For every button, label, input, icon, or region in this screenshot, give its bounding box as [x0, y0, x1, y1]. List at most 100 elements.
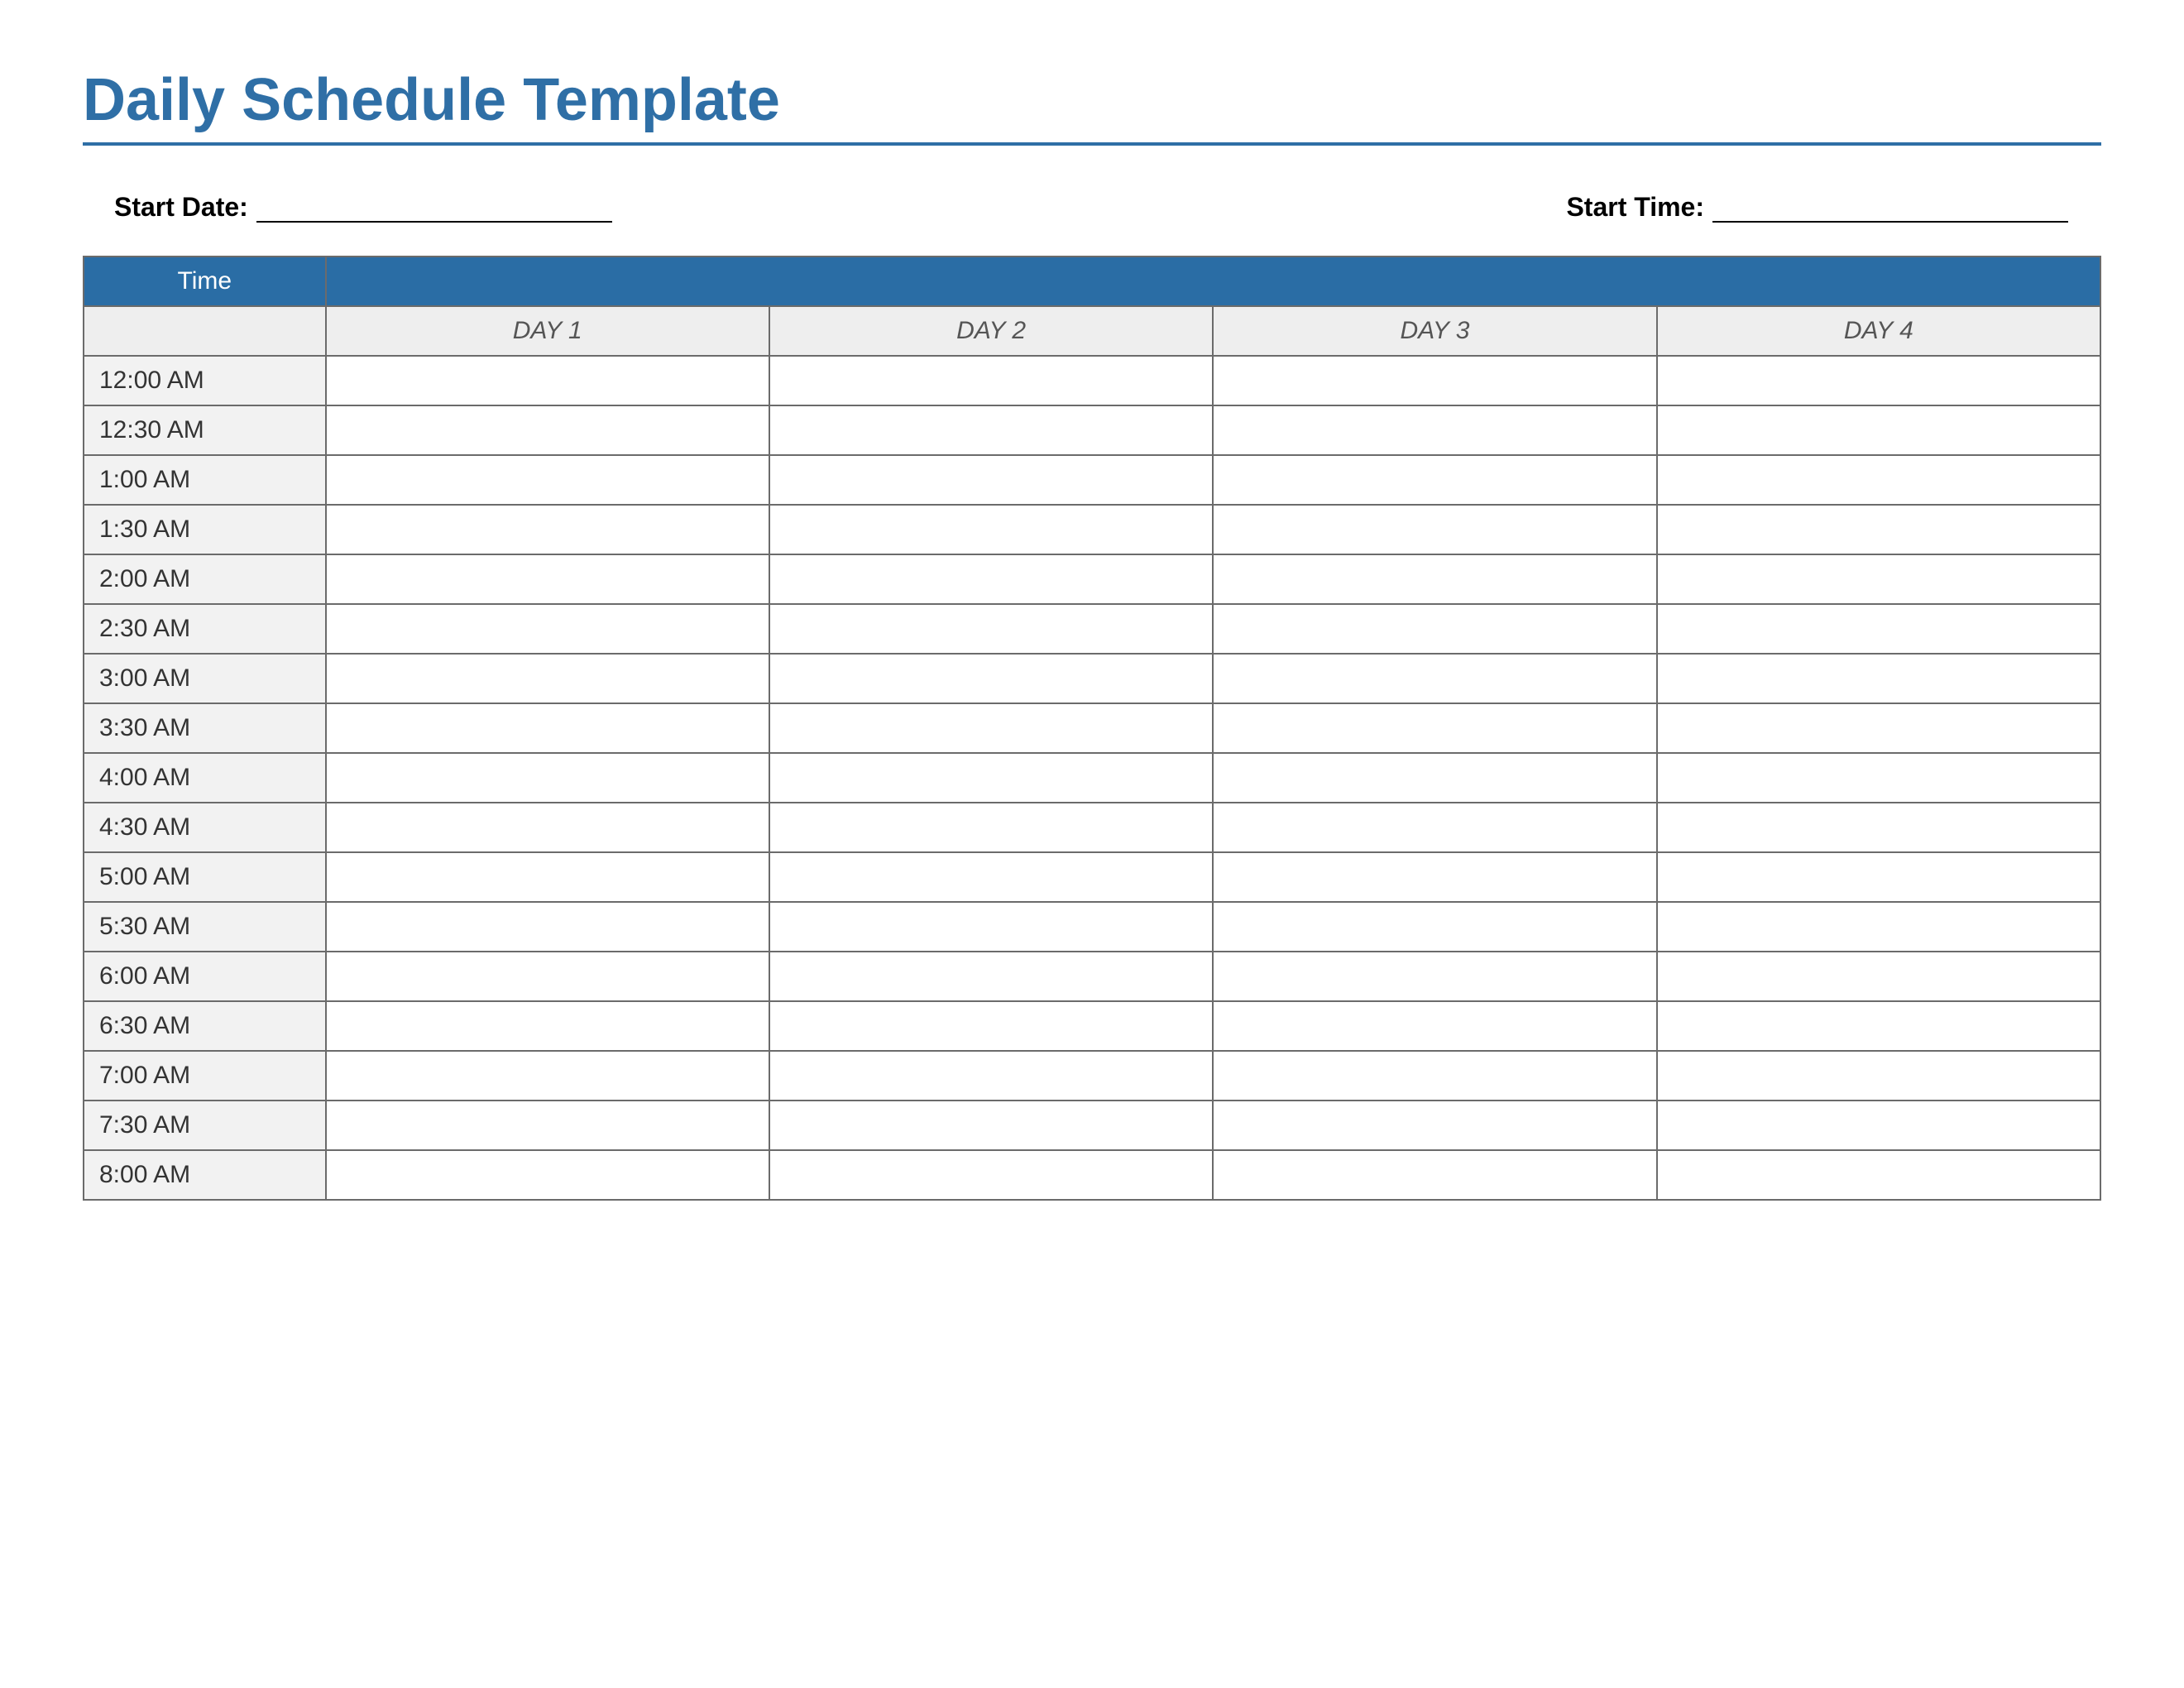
- schedule-slot[interactable]: [326, 604, 769, 654]
- schedule-slot[interactable]: [769, 902, 1213, 952]
- start-time-label: Start Time:: [1566, 192, 1704, 223]
- schedule-slot[interactable]: [1213, 852, 1656, 902]
- schedule-slot[interactable]: [769, 604, 1213, 654]
- time-cell: 6:00 AM: [84, 952, 326, 1001]
- schedule-slot[interactable]: [1657, 455, 2100, 505]
- time-cell: 4:00 AM: [84, 753, 326, 803]
- table-row: 8:00 AM: [84, 1150, 2100, 1200]
- schedule-slot[interactable]: [769, 803, 1213, 852]
- schedule-slot[interactable]: [1213, 554, 1656, 604]
- schedule-slot[interactable]: [769, 356, 1213, 405]
- schedule-slot[interactable]: [326, 554, 769, 604]
- schedule-slot[interactable]: [1657, 1001, 2100, 1051]
- schedule-slot[interactable]: [326, 1101, 769, 1150]
- schedule-slot[interactable]: [326, 852, 769, 902]
- schedule-slot[interactable]: [769, 554, 1213, 604]
- schedule-slot[interactable]: [1657, 405, 2100, 455]
- table-row: 6:30 AM: [84, 1001, 2100, 1051]
- schedule-slot[interactable]: [1213, 405, 1656, 455]
- schedule-slot[interactable]: [769, 852, 1213, 902]
- schedule-slot[interactable]: [1213, 753, 1656, 803]
- header-row: Time: [84, 257, 2100, 306]
- schedule-slot[interactable]: [1657, 505, 2100, 554]
- time-cell: 7:00 AM: [84, 1051, 326, 1101]
- schedule-slot[interactable]: [1657, 604, 2100, 654]
- schedule-slot[interactable]: [1213, 1150, 1656, 1200]
- schedule-slot[interactable]: [1213, 703, 1656, 753]
- schedule-slot[interactable]: [769, 1001, 1213, 1051]
- start-date-input-line[interactable]: [256, 198, 612, 223]
- time-column-header: Time: [84, 257, 326, 306]
- start-time-field: Start Time:: [1566, 192, 2068, 223]
- schedule-slot[interactable]: [1657, 803, 2100, 852]
- schedule-slot[interactable]: [769, 952, 1213, 1001]
- schedule-slot[interactable]: [769, 1051, 1213, 1101]
- schedule-slot[interactable]: [326, 455, 769, 505]
- table-row: 4:00 AM: [84, 753, 2100, 803]
- schedule-slot[interactable]: [1657, 703, 2100, 753]
- schedule-template-page: Daily Schedule Template Start Date: Star…: [83, 66, 2101, 1201]
- schedule-slot[interactable]: [1657, 654, 2100, 703]
- table-row: 2:00 AM: [84, 554, 2100, 604]
- schedule-slot[interactable]: [1213, 604, 1656, 654]
- table-row: 5:00 AM: [84, 852, 2100, 902]
- schedule-slot[interactable]: [326, 654, 769, 703]
- schedule-slot[interactable]: [1657, 356, 2100, 405]
- schedule-slot[interactable]: [769, 753, 1213, 803]
- schedule-slot[interactable]: [769, 455, 1213, 505]
- schedule-slot[interactable]: [1657, 952, 2100, 1001]
- table-head: Time DAY 1 DAY 2 DAY 3 DAY 4: [84, 257, 2100, 356]
- day-2-header: DAY 2: [769, 306, 1213, 356]
- schedule-slot[interactable]: [1657, 1150, 2100, 1200]
- schedule-slot[interactable]: [1657, 1101, 2100, 1150]
- schedule-slot[interactable]: [769, 654, 1213, 703]
- schedule-slot[interactable]: [1213, 455, 1656, 505]
- schedule-slot[interactable]: [769, 1101, 1213, 1150]
- schedule-slot[interactable]: [326, 753, 769, 803]
- schedule-slot[interactable]: [1657, 902, 2100, 952]
- time-cell: 4:30 AM: [84, 803, 326, 852]
- schedule-slot[interactable]: [326, 703, 769, 753]
- time-cell: 1:30 AM: [84, 505, 326, 554]
- table-row: 12:00 AM: [84, 356, 2100, 405]
- schedule-slot[interactable]: [1213, 356, 1656, 405]
- schedule-slot[interactable]: [326, 1001, 769, 1051]
- schedule-slot[interactable]: [769, 1150, 1213, 1200]
- schedule-slot[interactable]: [1213, 803, 1656, 852]
- schedule-slot[interactable]: [326, 356, 769, 405]
- schedule-slot[interactable]: [1213, 1101, 1656, 1150]
- time-cell: 6:30 AM: [84, 1001, 326, 1051]
- table-row: 7:30 AM: [84, 1101, 2100, 1150]
- schedule-slot[interactable]: [769, 703, 1213, 753]
- days-row: DAY 1 DAY 2 DAY 3 DAY 4: [84, 306, 2100, 356]
- schedule-slot[interactable]: [1213, 654, 1656, 703]
- table-body: 12:00 AM12:30 AM1:00 AM1:30 AM2:00 AM2:3…: [84, 356, 2100, 1200]
- table-row: 3:30 AM: [84, 703, 2100, 753]
- start-time-input-line[interactable]: [1712, 198, 2068, 223]
- table-row: 2:30 AM: [84, 604, 2100, 654]
- schedule-slot[interactable]: [1657, 753, 2100, 803]
- schedule-slot[interactable]: [1213, 902, 1656, 952]
- table-row: 7:00 AM: [84, 1051, 2100, 1101]
- schedule-slot[interactable]: [769, 505, 1213, 554]
- start-date-label: Start Date:: [114, 192, 248, 223]
- schedule-slot[interactable]: [326, 405, 769, 455]
- schedule-slot[interactable]: [326, 1150, 769, 1200]
- schedule-slot[interactable]: [1213, 952, 1656, 1001]
- schedule-slot[interactable]: [326, 803, 769, 852]
- schedule-slot[interactable]: [326, 505, 769, 554]
- schedule-slot[interactable]: [1213, 505, 1656, 554]
- table-row: 1:00 AM: [84, 455, 2100, 505]
- schedule-slot[interactable]: [1657, 554, 2100, 604]
- schedule-slot[interactable]: [1213, 1001, 1656, 1051]
- schedule-slot[interactable]: [326, 1051, 769, 1101]
- table-row: 12:30 AM: [84, 405, 2100, 455]
- schedule-slot[interactable]: [326, 952, 769, 1001]
- schedule-slot[interactable]: [1657, 852, 2100, 902]
- table-row: 5:30 AM: [84, 902, 2100, 952]
- schedule-slot[interactable]: [326, 902, 769, 952]
- schedule-slot[interactable]: [1657, 1051, 2100, 1101]
- meta-row: Start Date: Start Time:: [114, 192, 2068, 223]
- schedule-slot[interactable]: [769, 405, 1213, 455]
- schedule-slot[interactable]: [1213, 1051, 1656, 1101]
